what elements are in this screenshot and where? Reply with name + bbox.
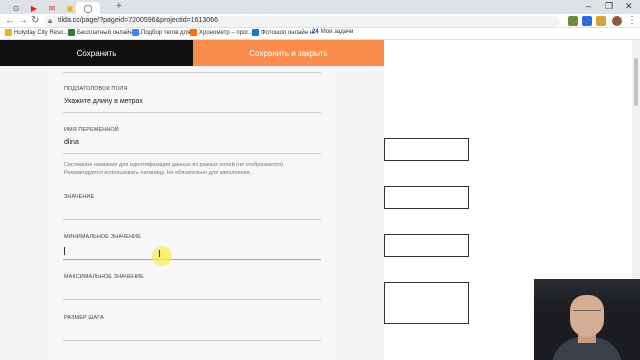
bookmark-item[interactable]: Подбор тегов для... (132, 29, 195, 36)
save-button[interactable]: Сохранить (0, 40, 193, 66)
step-size-input[interactable] (64, 327, 322, 340)
scrollbar-thumb[interactable] (634, 58, 638, 106)
bookmark-item[interactable]: Хронометр – прог... (190, 29, 253, 36)
bookmark-favicon (5, 29, 12, 36)
forward-icon[interactable]: → (18, 15, 28, 26)
bookmark-favicon (132, 29, 139, 36)
new-tab-button[interactable]: + (116, 1, 122, 12)
preview-textarea (384, 282, 469, 324)
extension-icon[interactable] (568, 16, 578, 26)
variable-name-label: ИМЯ ПЕРЕМЕННОЙ (64, 127, 119, 133)
value-input[interactable] (64, 206, 322, 219)
browser-toolbar: ← → ↻ 🔒︎ tilda.cc/page/?pageid=7200596&p… (0, 14, 640, 28)
bookmark-item[interactable]: Бесплатный онлайн к... (68, 29, 142, 36)
minimize-button[interactable]: – (586, 1, 591, 11)
subtitle-input[interactable]: Укажите длину в метрах (64, 98, 143, 105)
preview-input (384, 186, 469, 209)
bookmark-favicon (252, 29, 259, 36)
preview-input (384, 138, 469, 161)
value-label: ЗНАЧЕНИЕ (64, 194, 95, 200)
bookmark-favicon (68, 29, 75, 36)
menu-kebab-icon[interactable]: ⋮ (627, 15, 637, 26)
gmail-icon: ✉ (48, 3, 56, 13)
field-underline (63, 219, 321, 220)
bookmark-label: Хронометр – прог... (199, 29, 253, 36)
preview-input (384, 234, 469, 257)
bookmark-label: Мои задачи (320, 29, 354, 35)
text-cursor-icon: I (158, 249, 161, 260)
field-settings-panel: ПОДЗАГОЛОВОК ПОЛЯ Укажите длину в метрах… (48, 66, 336, 360)
presenter-glasses (573, 310, 601, 316)
variable-name-input[interactable]: dlina (64, 139, 79, 146)
min-value-label: МИНИМАЛЬНОЕ ЗНАЧЕНИЕ (64, 234, 141, 240)
field-underline (63, 72, 321, 73)
bookmark-label: Holyday City Reso... (14, 29, 69, 36)
max-value-label: МАКСИМАЛЬНОЕ ЗНАЧЕНИЕ (64, 274, 144, 280)
reload-icon[interactable]: ↻ (31, 15, 39, 26)
extension-icon[interactable] (582, 16, 592, 26)
youtube-icon: ▶ (30, 3, 38, 13)
back-icon[interactable]: ← (5, 15, 15, 26)
close-window-button[interactable]: ✕ (625, 1, 633, 12)
extension-icon[interactable] (596, 16, 606, 26)
field-underline (63, 112, 321, 113)
bookmarks-bar: Holyday City Reso... Бесплатный онлайн к… (0, 28, 640, 40)
address-url: tilda.cc/page/?pageid=7200596&projectid=… (58, 17, 218, 24)
field-underline-active (63, 259, 321, 260)
profile-avatar[interactable] (612, 16, 622, 26)
field-underline (63, 299, 321, 300)
bitrix24-icon: 24 (312, 29, 319, 35)
cursor-highlight (152, 246, 172, 266)
save-and-close-button[interactable]: Сохранить и закрыть (193, 40, 384, 66)
subtitle-label: ПОДЗАГОЛОВОК ПОЛЯ (64, 86, 128, 92)
tab-icon: ⊙ (12, 3, 20, 13)
field-underline (63, 340, 321, 341)
bookmark-item[interactable]: Holyday City Reso... (5, 29, 68, 36)
bookmark-item[interactable]: 24 Мои задачи (312, 29, 353, 35)
webcam-overlay (534, 279, 640, 360)
max-value-input[interactable] (64, 286, 322, 299)
tab-active[interactable]: ◯ (76, 2, 100, 14)
bookmark-label: Фотошоп онлайн н... (261, 29, 318, 36)
min-value-input[interactable] (64, 246, 322, 259)
field-underline (63, 153, 321, 154)
save-bar: Сохранить Сохранить и закрыть (0, 40, 384, 66)
bookmark-label: Подбор тегов для... (141, 29, 196, 36)
presenter-head (570, 295, 604, 337)
maximize-button[interactable]: ❐ (605, 1, 613, 12)
variable-name-hint: Системное название для идентификации дан… (64, 162, 285, 176)
browser-tab-strip: ⊙ ▶ ✉ ▣ ◯ + – ❐ ✕ (0, 0, 640, 14)
tilda-icon: ◯ (83, 3, 93, 13)
step-size-label: РАЗМЕР ШАГА (64, 315, 104, 321)
text-caret (64, 247, 65, 255)
tab-icon: ▣ (66, 3, 74, 13)
lock-icon: 🔒︎ (48, 16, 53, 25)
bookmark-item[interactable]: Фотошоп онлайн н... (252, 29, 318, 36)
address-bar[interactable]: 🔒︎ tilda.cc/page/?pageid=7200596&project… (44, 16, 560, 27)
bookmark-favicon (190, 29, 197, 36)
